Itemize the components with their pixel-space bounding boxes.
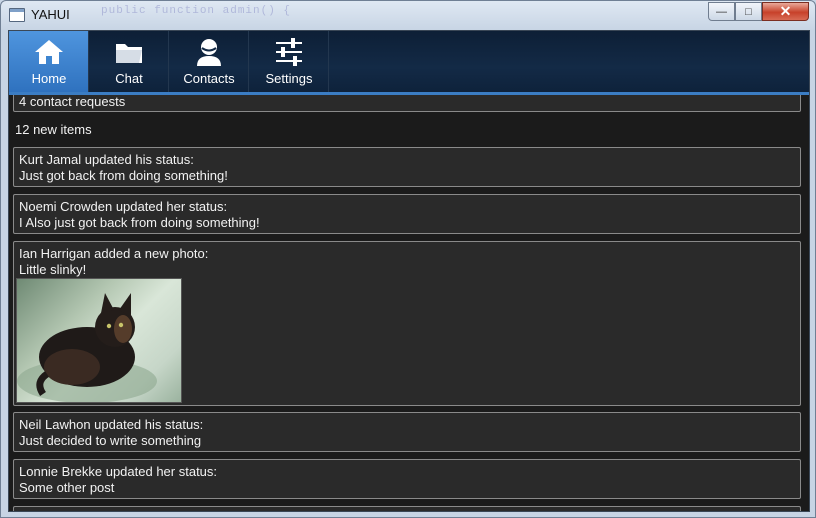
news-feed[interactable]: 4 contact requests 12 new items Kurt Jam… (9, 95, 809, 511)
sliders-icon (276, 38, 302, 66)
close-button[interactable]: ✕ (762, 2, 809, 21)
nav-tab-settings-label: Settings (265, 71, 313, 86)
nav-tab-settings[interactable]: Settings (249, 31, 329, 92)
post-header: Noemi Crowden updated her status: (19, 199, 228, 214)
nav-tab-contacts-label: Contacts (183, 71, 235, 86)
nav-bar: Home Chat Contacts Settings (9, 31, 809, 95)
post-header: Neil Lawhon updated his status: (19, 417, 204, 432)
app-window-icon (9, 8, 25, 22)
client-area: Home Chat Contacts Settings 4 contact re… (8, 30, 810, 512)
user-icon (197, 39, 221, 66)
nav-tab-home[interactable]: Home (9, 31, 89, 92)
feed-post[interactable]: Kurt Jamal updated his status: Just got … (13, 147, 801, 187)
nav-tab-contacts[interactable]: Contacts (169, 31, 249, 92)
minimize-button[interactable]: — (708, 2, 735, 21)
contact-requests-text: 4 contact requests (19, 95, 126, 109)
post-body: Little slinky! (19, 262, 87, 277)
feed-post[interactable]: Neil Lawhon updated his status: Just dec… (13, 412, 801, 452)
home-icon (35, 40, 63, 64)
new-items-count: 12 new items (15, 122, 92, 137)
cat-photo-image (17, 293, 157, 402)
post-header: Ian Harrigan added a new photo: (19, 246, 209, 261)
post-body: I Also just got back from doing somethin… (19, 215, 260, 230)
nav-tab-chat-label: Chat (115, 71, 143, 86)
post-photo[interactable] (16, 278, 182, 403)
feed-post[interactable]: Noemi Crowden updated her status: I Also… (13, 194, 801, 234)
post-body: Just got back from doing something! (19, 168, 228, 183)
nav-tab-chat[interactable]: Chat (89, 31, 169, 92)
title-ghost-text: public function admin() { (101, 5, 292, 17)
app-window: YAHUI public function admin() { — □ ✕ Ho… (0, 0, 816, 518)
contact-requests-card[interactable]: 4 contact requests (13, 95, 801, 112)
post-header: Kurt Jamal updated his status: (19, 152, 194, 167)
post-body: Some other post (19, 480, 115, 495)
nav-tab-home-label: Home (31, 71, 67, 86)
feed-post-photo[interactable]: Ian Harrigan added a new photo: Little s… (13, 241, 801, 406)
window-title: YAHUI (31, 7, 70, 22)
feed-post-partial[interactable] (13, 506, 801, 511)
feed-post[interactable]: Lonnie Brekke updated her status: Some o… (13, 459, 801, 499)
folder-icon (116, 44, 142, 63)
post-header: Lonnie Brekke updated her status: (19, 464, 218, 479)
post-body: Just decided to write something (19, 433, 202, 448)
maximize-button[interactable]: □ (735, 2, 762, 21)
title-bar[interactable]: YAHUI public function admin() { — □ ✕ (1, 1, 815, 29)
